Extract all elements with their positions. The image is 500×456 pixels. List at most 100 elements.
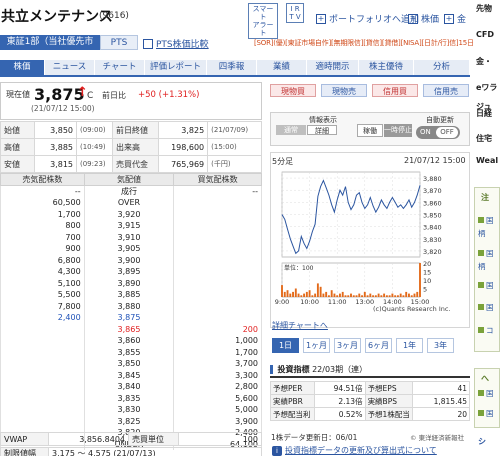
high-label: 高値 (0, 138, 35, 156)
finance-link[interactable]: + 金 (444, 12, 466, 25)
sell-qty: 6,800 (0, 254, 85, 266)
buy-qty: -- (173, 185, 262, 197)
sidebar-link[interactable]: 国 (478, 388, 494, 399)
sidebar-housing[interactable]: 住宅 (476, 133, 492, 144)
sidebar-link-label: 柄 (478, 229, 486, 238)
pts-tab[interactable]: PTS (100, 35, 138, 50)
sidebar-link[interactable]: コ (478, 325, 494, 336)
sidebar-link[interactable]: 国 (478, 248, 494, 259)
sidebar-link-label: 国 (486, 281, 494, 290)
cash-buy-button[interactable]: 現物買 (270, 84, 316, 97)
period-tab-6m[interactable]: 6ヶ月 (365, 338, 392, 353)
buy-qty (173, 231, 262, 243)
detail-toggle[interactable]: 詳細 (307, 125, 337, 135)
price-timestamp: (21/07/12 15:00) (31, 104, 95, 113)
margin-buy-button[interactable]: 信用買 (372, 84, 418, 97)
pts-compare-link[interactable]: PTS株価比較 (143, 37, 209, 50)
stock-info-link[interactable]: + 株価 (408, 12, 439, 25)
indicators-help-label: 投資指標データの更新及び算出式について (285, 446, 437, 455)
sidebar-link[interactable]: 柄 (478, 261, 486, 272)
trading-badges: [SOR](優)[東証市場自作][無期限信][貸信][貸借][NISA][日計/… (254, 39, 484, 47)
sidebar-link[interactable]: 国 (478, 302, 494, 313)
smart-alert-label-1: スマート (252, 5, 274, 21)
order-book-row: 700 3,910 (0, 231, 262, 243)
detail-chart-link[interactable]: 詳細チャートへ (272, 320, 328, 331)
stock-info-label: 株価 (421, 15, 440, 25)
trading-unit-value: 100 (178, 432, 262, 446)
indicators-help-link[interactable]: i 投資指標データの更新及び算出式について (272, 445, 437, 456)
quote-row: 高値 3,885 (10:49) 出来高 198,600 (15:00) (0, 138, 262, 156)
stock-code: (9616) (99, 11, 129, 21)
period-tab-3y[interactable]: 3年 (427, 338, 454, 353)
sell-qty-header: 売気配株数 (0, 173, 85, 186)
exchange-tab[interactable]: 東証1部（当社優先市場） (0, 35, 100, 62)
period-tab-1m[interactable]: 1ヶ月 (303, 338, 330, 353)
sidebar-link[interactable]: 国 (478, 408, 494, 419)
period-tab-3m[interactable]: 3ヶ月 (334, 338, 361, 353)
sidebar-link[interactable]: 柄 (478, 228, 486, 239)
sidebar-ewarrant[interactable]: eワラ (476, 82, 497, 93)
portfolio-add-link[interactable]: + ポートフォリオへ追加 (316, 12, 419, 25)
sidebar-link[interactable]: 国 (478, 280, 494, 291)
page-header: 共立メンテナンス (9616) スマート アラート I R T V + ポートフ… (0, 0, 470, 39)
buy-qty (173, 220, 262, 232)
indicator-row: 予想配当利 0.52% 予想1株配当 20 (270, 407, 471, 421)
market-row: 東証1部（当社優先市場） PTS PTS株価比較 [SOR](優)[東証市場自作… (0, 34, 483, 62)
sidebar-cfd[interactable]: CFD (476, 30, 494, 39)
tab-news[interactable]: ニュース (45, 60, 95, 75)
buy-qty: 3,300 (173, 369, 262, 381)
tab-shikiho[interactable]: 四季報 (207, 60, 257, 75)
buy-qty (173, 312, 262, 324)
buy-qty: 3,700 (173, 358, 262, 370)
quote-price: 3,895 (83, 266, 175, 278)
bullet-icon (478, 217, 484, 223)
bps-value: 1,815.45 (411, 394, 471, 408)
cash-sell-button[interactable]: 現物売 (321, 84, 367, 97)
period-tab-1y[interactable]: 1年 (396, 338, 423, 353)
auto-refresh-toggle[interactable]: ON OFF (416, 126, 460, 139)
price-limit-value: 3,175 ～ 4,575 (21/07/13) (48, 447, 262, 456)
low-label: 安値 (0, 155, 35, 173)
tab-disclosure[interactable]: 適時開示 (307, 60, 359, 75)
tab-stock-price[interactable]: 株価 (0, 60, 45, 75)
margin-sell-button[interactable]: 信用売 (423, 84, 469, 97)
quote-price: 3,865 (83, 323, 175, 335)
sidebar-card-title: 注 (481, 193, 489, 202)
bullet-icon (478, 304, 484, 310)
sidebar-link[interactable]: 国 (478, 215, 494, 226)
volume-value: 198,600 (157, 138, 209, 156)
sell-qty: 4,300 (0, 266, 85, 278)
vwap-table: VWAP 3,856.8404 売買単位 100 (0, 432, 262, 446)
sidebar-link-label: 国 (486, 303, 494, 312)
tab-chart[interactable]: チャート (95, 60, 145, 75)
sell-qty (0, 369, 85, 381)
quote-price: 3,860 (83, 335, 175, 347)
sidebar-futures[interactable]: 先物 (476, 3, 492, 14)
normal-toggle[interactable]: 通常 (276, 125, 306, 135)
tab-rating-report[interactable]: 評価レポート (145, 60, 207, 75)
eps-value: 41 (411, 381, 471, 395)
sidebar-link-label: 国 (486, 409, 494, 418)
sidebar-link-label: コ (486, 326, 494, 335)
pause-button[interactable]: 一時停止 (384, 124, 412, 137)
sidebar-bottom[interactable]: シ (478, 436, 486, 447)
sell-qty: 60,500 (0, 197, 85, 209)
period-tab-1d[interactable]: 1日 (272, 338, 299, 353)
order-book-row: 3,865 200 (0, 323, 262, 335)
bar-icon (270, 365, 273, 374)
tab-analysis[interactable]: 分析 (414, 60, 470, 75)
tab-shareholder-benefits[interactable]: 株主優待 (359, 60, 414, 75)
sidebar-gold[interactable]: 金・ (476, 56, 492, 67)
sell-qty (0, 346, 85, 358)
indicators-title: 投資指標 (277, 365, 310, 374)
tab-earnings[interactable]: 業績 (257, 60, 307, 75)
sell-qty (0, 392, 85, 404)
info-display-label: 情報表示 (309, 116, 337, 124)
run-button[interactable]: 稼働 (357, 124, 383, 137)
ir-tv-button[interactable]: I R T V (286, 3, 304, 23)
sidebar-junior[interactable]: ジュ (476, 101, 491, 112)
order-book-row: 900 3,905 (0, 243, 262, 255)
sidebar-wealth[interactable]: Weal (476, 156, 498, 165)
on-label: ON (420, 128, 431, 136)
info-display-panel: 情報表示 通常 詳細 稼働 一時停止 自動更新 ON OFF (270, 112, 470, 146)
